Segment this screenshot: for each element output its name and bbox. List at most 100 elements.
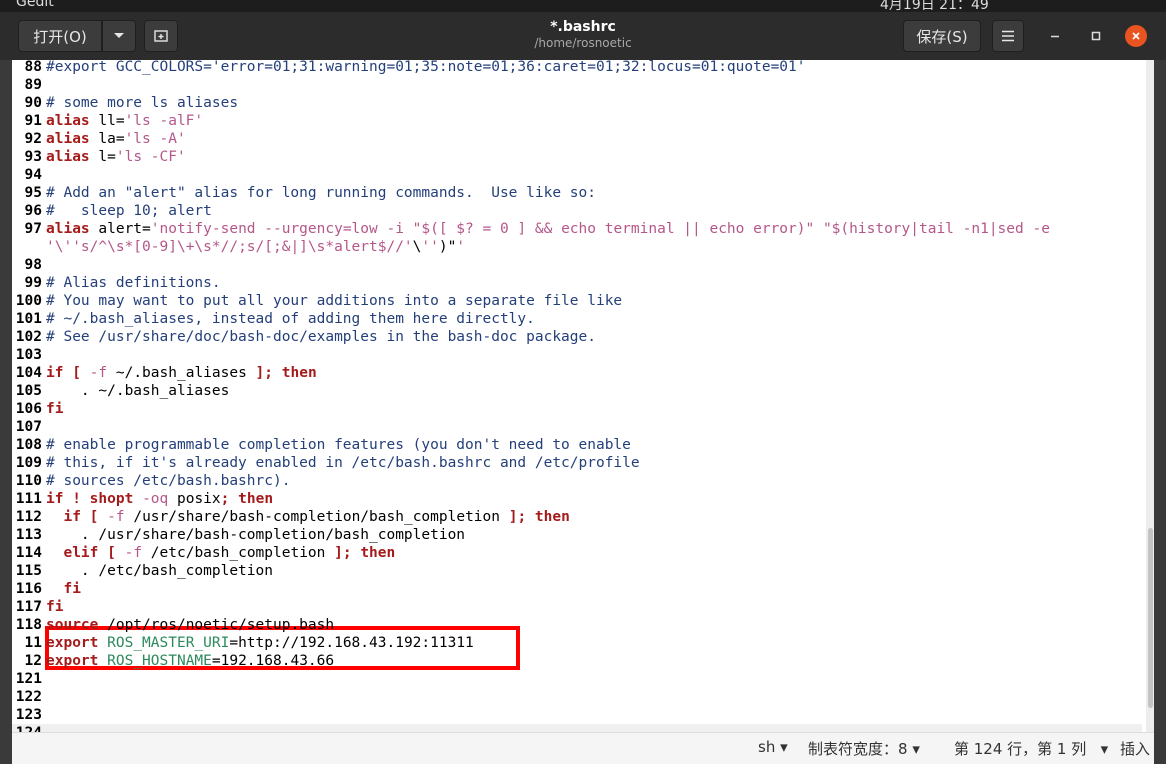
code-line[interactable]: 121 bbox=[12, 670, 1142, 688]
code-line[interactable]: 117 fi bbox=[12, 598, 1142, 616]
close-button[interactable] bbox=[1125, 25, 1147, 47]
code-line[interactable]: 88 #export GCC_COLORS='error=01;31:warnin… bbox=[12, 60, 1142, 76]
line-text: # Alias definitions. bbox=[46, 275, 221, 291]
open-button[interactable]: 打开(O) bbox=[18, 20, 102, 52]
line-number: 98 bbox=[24, 257, 42, 273]
open-menu-button[interactable] bbox=[102, 20, 136, 52]
save-button[interactable]: 保存(S) bbox=[903, 20, 981, 52]
tab-width-label: 制表符宽度：8 bbox=[808, 740, 908, 758]
line-number: 124 bbox=[12, 724, 42, 732]
line-number: 96 bbox=[24, 203, 42, 219]
text-editor[interactable]: 88 #export GCC_COLORS='error=01;31:warnin… bbox=[12, 60, 1154, 732]
scrollbar-thumb[interactable] bbox=[1148, 528, 1153, 708]
line-number: 113 bbox=[15, 527, 42, 543]
line-number: 112 bbox=[15, 509, 42, 525]
code-line[interactable]: 101 # ~/.bash_aliases, instead of adding … bbox=[12, 310, 1142, 328]
chevron-down-icon: ▾ bbox=[780, 738, 788, 756]
clock[interactable]: 4月19日 21：49 bbox=[880, 0, 989, 12]
code-line[interactable]: 111 if ! shopt -oq posix; then bbox=[12, 490, 1142, 508]
line-number: 97 bbox=[24, 221, 42, 237]
cursor-position-label: 第 124 行，第 1 列 bbox=[954, 740, 1087, 758]
new-tab-button[interactable] bbox=[144, 20, 178, 52]
code-line[interactable]: 110 # sources /etc/bash.bashrc). bbox=[12, 472, 1142, 490]
line-text: if ! shopt -oq posix; then bbox=[46, 491, 274, 507]
line-text: # See /usr/share/doc/bash-doc/examples i… bbox=[46, 329, 596, 345]
line-text: # enable programmable completion feature… bbox=[46, 437, 631, 453]
line-number: 114 bbox=[15, 545, 42, 561]
line-text: export ROS_MASTER_URI=http://192.168.43.… bbox=[46, 635, 474, 651]
code-line[interactable]: 106 fi bbox=[12, 400, 1142, 418]
code-line[interactable]: 99 # Alias definitions. bbox=[12, 274, 1142, 292]
line-text: . /etc/bash_completion bbox=[46, 563, 273, 579]
code-line[interactable]: 123 bbox=[12, 706, 1142, 724]
code-line[interactable]: 118 source /opt/ros/noetic/setup.bash bbox=[12, 616, 1142, 634]
maximize-icon bbox=[1091, 31, 1101, 41]
line-number: 99 bbox=[24, 275, 42, 291]
minimize-button[interactable] bbox=[1044, 25, 1066, 47]
code-line[interactable]: 104 if [ -f ~/.bash_aliases ]; then bbox=[12, 364, 1142, 382]
system-top-bar: Gedit 4月19日 21：49 bbox=[0, 0, 1166, 12]
code-line[interactable]: 92 alias la='ls -A' bbox=[12, 130, 1142, 148]
line-text: # some more ls aliases bbox=[46, 95, 239, 111]
line-text: #export GCC_COLORS='error=01;31:warning=… bbox=[46, 60, 806, 75]
line-number: 107 bbox=[15, 419, 42, 435]
code-line[interactable]: 124 bbox=[12, 724, 1142, 732]
line-text: if [ -f /usr/share/bash-completion/bash_… bbox=[63, 509, 570, 525]
line-text: export ROS_HOSTNAME=192.168.43.66 bbox=[46, 653, 335, 669]
line-text: # ~/.bash_aliases, instead of adding the… bbox=[46, 311, 535, 327]
line-text: source /opt/ros/noetic/setup.bash bbox=[46, 617, 335, 633]
line-number: 103 bbox=[15, 347, 42, 363]
line-text: fi bbox=[63, 581, 81, 597]
status-bar: sh ▾ 制表符宽度：8 ▾ 第 124 行，第 1 列 ▾ 插入 bbox=[12, 732, 1154, 764]
tab-width-selector[interactable]: 制表符宽度：8 ▾ bbox=[808, 738, 920, 759]
line-text: . ~/.bash_aliases bbox=[46, 383, 230, 399]
new-document-icon bbox=[154, 30, 168, 42]
code-line[interactable]: 95 # Add an "alert" alias for long runnin… bbox=[12, 184, 1142, 202]
code-line[interactable]: 100 # You may want to put all your additi… bbox=[12, 292, 1142, 310]
line-number: 101 bbox=[15, 311, 42, 327]
code-line[interactable]: 116 fi bbox=[12, 580, 1142, 598]
line-number: 105 bbox=[15, 383, 42, 399]
code-line[interactable]: 114 elif [ -f /etc/bash_completion ]; th… bbox=[12, 544, 1142, 562]
line-number: 11 bbox=[24, 635, 42, 651]
code-line[interactable]: 97 alias alert='notify-send --urgency=low… bbox=[12, 220, 1142, 238]
code-line[interactable]: 102 # See /usr/share/doc/bash-doc/example… bbox=[12, 328, 1142, 346]
close-icon bbox=[1132, 32, 1140, 40]
app-name[interactable]: Gedit bbox=[16, 0, 54, 10]
line-number: 88 bbox=[24, 60, 42, 75]
code-line[interactable]: 105 . ~/.bash_aliases bbox=[12, 382, 1142, 400]
window-title: *.bashrc bbox=[550, 19, 616, 35]
code-line[interactable]: '\''s/^\s*[0-9]\+\s*//;s/[;&|]\s*alert$/… bbox=[12, 238, 1142, 256]
code-line[interactable]: 109 # this, if it's already enabled in /e… bbox=[12, 454, 1142, 472]
line-text: alias la='ls -A' bbox=[46, 131, 186, 147]
code-line[interactable]: 91 alias ll='ls -alF' bbox=[12, 112, 1142, 130]
code-line[interactable]: 103 bbox=[12, 346, 1142, 364]
line-number: 116 bbox=[15, 581, 42, 597]
line-text: fi bbox=[46, 401, 64, 417]
code-line[interactable]: 94 bbox=[12, 166, 1142, 184]
line-text: # Add an "alert" alias for long running … bbox=[46, 185, 596, 201]
code-line[interactable]: 90 # some more ls aliases bbox=[12, 94, 1142, 112]
maximize-button[interactable] bbox=[1085, 25, 1107, 47]
line-number: 100 bbox=[15, 293, 42, 309]
code-line[interactable]: 112 if [ -f /usr/share/bash-completion/b… bbox=[12, 508, 1142, 526]
code-line[interactable]: 98 bbox=[12, 256, 1142, 274]
line-number: 111 bbox=[15, 491, 42, 507]
code-line[interactable]: 11 export ROS_MASTER_URI=http://192.168.4… bbox=[12, 634, 1142, 652]
code-line[interactable]: 12 export ROS_HOSTNAME=192.168.43.66 bbox=[12, 652, 1142, 670]
code-line[interactable]: 115 . /etc/bash_completion bbox=[12, 562, 1142, 580]
code-line[interactable]: 122 bbox=[12, 688, 1142, 706]
cursor-position[interactable]: 第 124 行，第 1 列 ▾ bbox=[954, 738, 1108, 759]
insert-mode[interactable]: 插入 bbox=[1120, 738, 1150, 759]
code-line[interactable]: 113 . /usr/share/bash-completion/bash_co… bbox=[12, 526, 1142, 544]
menu-button[interactable] bbox=[992, 20, 1024, 52]
code-line[interactable]: 96 # sleep 10; alert bbox=[12, 202, 1142, 220]
line-text: elif [ -f /etc/bash_completion ]; then bbox=[63, 545, 396, 561]
chevron-down-icon: ▾ bbox=[1100, 740, 1109, 758]
vertical-scrollbar[interactable] bbox=[1146, 60, 1154, 732]
code-line[interactable]: 108 # enable programmable completion feat… bbox=[12, 436, 1142, 454]
code-line[interactable]: 93 alias l='ls -CF' bbox=[12, 148, 1142, 166]
code-line[interactable]: 89 bbox=[12, 76, 1142, 94]
language-selector[interactable]: sh ▾ bbox=[758, 738, 788, 756]
code-line[interactable]: 107 bbox=[12, 418, 1142, 436]
